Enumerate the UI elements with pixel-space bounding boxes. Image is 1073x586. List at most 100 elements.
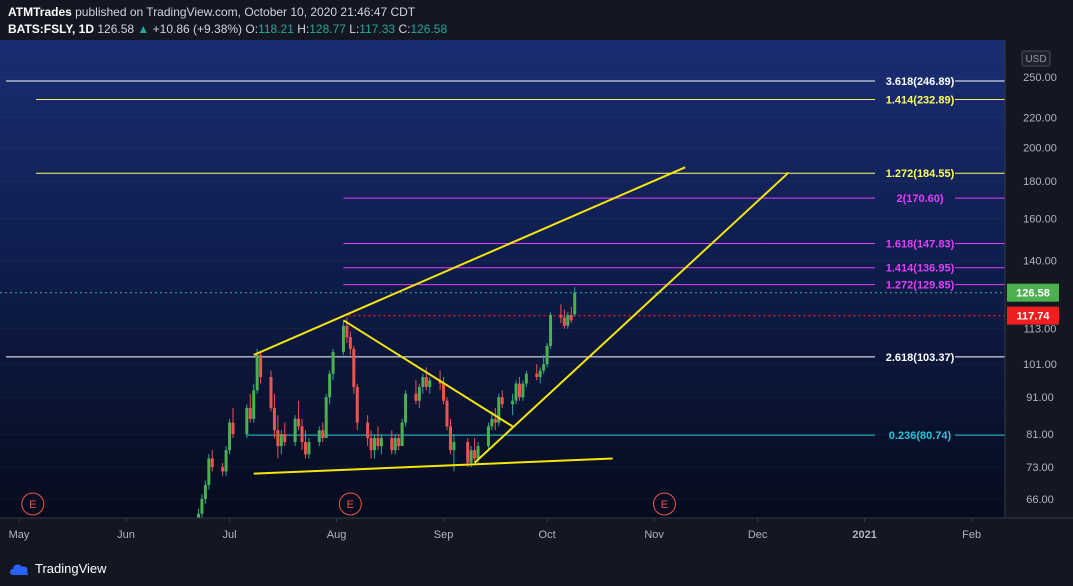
candle[interactable]	[293, 415, 297, 447]
candle-body	[321, 430, 325, 439]
candle-body	[324, 397, 328, 439]
candle-body	[221, 467, 225, 472]
candle-body	[272, 407, 276, 431]
candle-body	[269, 376, 273, 408]
candle[interactable]	[466, 438, 470, 468]
candle[interactable]	[400, 418, 404, 447]
candle-body	[369, 438, 373, 451]
candle-body	[524, 373, 528, 384]
high-label: H:	[297, 22, 310, 36]
price-tick-label: 250.00	[1023, 72, 1057, 84]
fib-level-label: 1.414(232.89)	[886, 94, 955, 106]
candle[interactable]	[514, 380, 518, 405]
symbol-label[interactable]: BATS:FSLY, 1D	[8, 22, 94, 36]
candle-body	[562, 317, 566, 326]
time-tick-label: Feb	[962, 529, 981, 541]
candle[interactable]	[207, 454, 211, 490]
candle-body	[366, 422, 370, 439]
high-value: 128.77	[309, 22, 346, 36]
header-bar: ATMTrades published on TradingView.com, …	[0, 0, 1073, 40]
time-tick-label: Dec	[748, 529, 768, 541]
candle-body	[328, 373, 332, 398]
candle-body	[203, 484, 207, 499]
candle-body	[231, 422, 235, 435]
fib-level-label: 1.618(147.83)	[886, 238, 955, 250]
candle[interactable]	[352, 345, 356, 394]
candle[interactable]	[324, 393, 328, 439]
candle-body	[473, 450, 477, 459]
low-value: 117.33	[359, 22, 396, 36]
time-tick-label: Jul	[223, 529, 237, 541]
fib-level-label: 0.236(80.74)	[889, 430, 952, 442]
fib-level-label: 2.618(103.37)	[886, 352, 955, 364]
tradingview-cloud-icon	[10, 564, 29, 575]
candle-body	[535, 373, 539, 377]
price-tick-label: 66.00	[1026, 494, 1054, 506]
candle-body	[317, 430, 321, 443]
author-name[interactable]: ATMTrades	[8, 5, 72, 19]
candle-body	[376, 438, 380, 447]
candle-body	[538, 370, 542, 377]
candle-body	[542, 364, 546, 371]
price-chart[interactable]: 3.618(246.89) 1.414(232.89) 1.272(184.55) 2…	[0, 40, 1073, 564]
footer-bar: TradingView	[0, 558, 1073, 586]
candle-body	[303, 442, 307, 455]
candle-body	[331, 351, 335, 374]
candle-body	[511, 400, 515, 405]
candle-body	[500, 397, 504, 405]
candle[interactable]	[486, 422, 490, 451]
candle-body	[442, 383, 446, 401]
candle[interactable]	[404, 390, 408, 427]
candle-body	[307, 442, 311, 455]
candle[interactable]	[245, 404, 249, 439]
publish-info: ATMTrades published on TradingView.com, …	[8, 5, 415, 19]
price-tick-label: 140.00	[1023, 256, 1057, 268]
candle[interactable]	[228, 418, 232, 455]
candle-body	[397, 438, 401, 447]
price-change: +10.86 (+9.38%)	[152, 22, 243, 36]
candle-body	[566, 314, 570, 326]
candle-body	[414, 393, 418, 401]
candle-body	[549, 314, 553, 346]
candle-body	[248, 407, 252, 419]
price-label-badge: 117.74	[1007, 306, 1059, 325]
candle-body	[448, 426, 452, 451]
fib-level-label: 1.272(184.55)	[886, 168, 955, 180]
earnings-label: E	[29, 499, 36, 511]
candle-body	[245, 407, 249, 435]
candle-body	[345, 325, 349, 338]
candle[interactable]	[445, 397, 449, 431]
candle-body	[469, 450, 473, 463]
candle-body	[279, 434, 283, 447]
candle-body	[466, 442, 470, 463]
candle-body	[300, 426, 304, 443]
candle-body	[259, 354, 263, 377]
tradingview-logo[interactable]: TradingView	[8, 561, 107, 576]
symbol-info: BATS:FSLY, 1D 126.58 ▲ +10.86 (+9.38%) O…	[8, 22, 447, 36]
candle[interactable]	[497, 393, 501, 427]
candle-body	[428, 380, 432, 387]
low-label: L:	[349, 22, 360, 36]
candle-body	[228, 422, 232, 451]
candle[interactable]	[224, 446, 228, 476]
fib-level-label: 1.272(129.85)	[886, 280, 955, 292]
close-label: C:	[398, 22, 411, 36]
candle-body	[559, 314, 563, 318]
price-tick-label: 200.00	[1023, 143, 1057, 155]
time-tick-label: Nov	[644, 529, 664, 541]
price-tick-label: 73.00	[1026, 462, 1054, 474]
price-tick-label: 160.00	[1023, 213, 1057, 225]
fib-level-label: 1.414(136.95)	[886, 263, 955, 275]
price-tick-label: 180.00	[1023, 176, 1057, 188]
candle[interactable]	[545, 342, 549, 368]
earnings-label: E	[347, 499, 354, 511]
time-tick-label: 2021	[852, 529, 876, 541]
candle-body	[207, 458, 211, 485]
candle[interactable]	[255, 348, 259, 394]
candle-body	[373, 438, 377, 451]
time-tick-label: Jun	[117, 529, 135, 541]
candle-body	[486, 426, 490, 447]
price-tick-label: 101.00	[1023, 359, 1057, 371]
candle-body	[421, 376, 425, 387]
candle[interactable]	[549, 312, 553, 349]
